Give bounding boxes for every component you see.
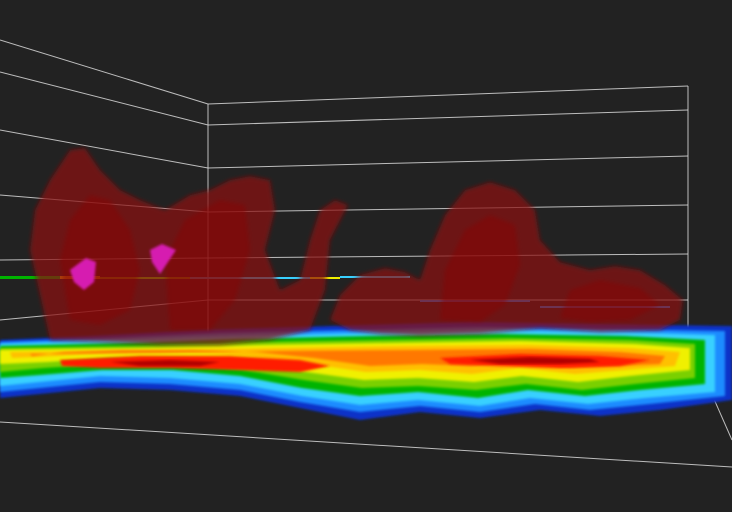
- grid-line: [207, 85, 689, 105]
- grid-line: [207, 204, 689, 213]
- grid-line: [0, 71, 209, 126]
- grid-line: [207, 109, 689, 126]
- grid-line: [0, 39, 209, 105]
- radar-volume-scene[interactable]: [0, 0, 732, 512]
- grid-edge: [0, 421, 732, 468]
- grid-line: [0, 129, 209, 169]
- storm-isosurface: [30, 148, 683, 345]
- 3d-viewport[interactable]: [0, 0, 732, 512]
- grid-line: [207, 155, 689, 169]
